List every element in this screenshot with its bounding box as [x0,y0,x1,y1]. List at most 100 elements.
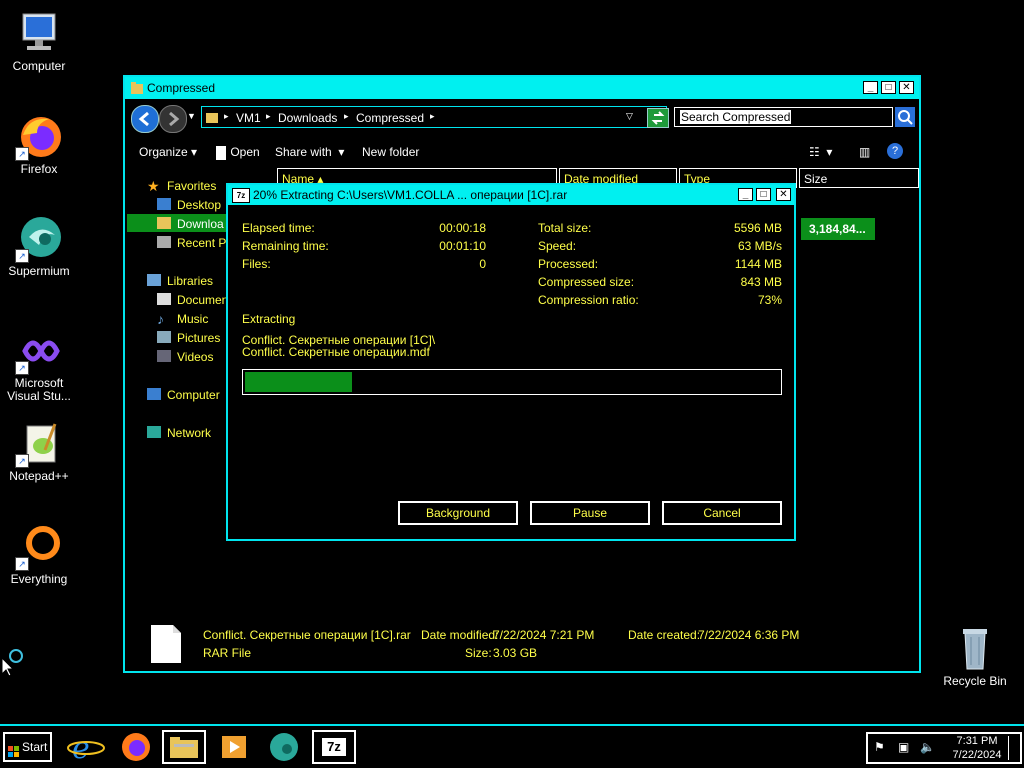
details-size: 3.03 GB [493,646,538,660]
desktop-icon-supermium[interactable]: ↗ Supermium [1,215,77,278]
nav-downloads[interactable]: Downloa [177,217,224,231]
desktop-icon-firefox[interactable]: ↗ Firefox [1,113,77,176]
details-date-created-label: Date created: [628,628,701,642]
maximize-button[interactable]: □ [881,81,896,94]
desktop-icon-computer[interactable]: Computer [1,10,77,73]
details-size-label: Size: [465,646,492,660]
extract-progress-dialog[interactable]: 7z 20% Extracting C:\Users\VM1.COLLA ...… [226,183,796,541]
videos-icon [157,350,171,362]
chevron-icon[interactable]: ▸ [266,111,271,122]
nav-favorites[interactable]: Favorites [167,179,216,193]
total-size-label: Total size: [538,221,592,235]
forward-button[interactable] [159,105,187,133]
status-text: Extracting [242,312,296,326]
selected-row-size[interactable]: 3,184,84... [801,218,875,240]
sevenzip-icon: 7z [322,738,346,756]
taskbar-7zip[interactable]: 7z [312,730,356,764]
dialog-minimize-button[interactable]: _ [738,188,753,201]
downloads-folder-icon [157,217,171,229]
pause-button[interactable]: Pause [530,501,650,525]
minimize-button[interactable]: _ [863,81,878,94]
libraries-icon [147,274,161,286]
nav-music[interactable]: Music [177,312,208,326]
clock-date[interactable]: 7/22/2024 [948,749,1006,761]
busy-cursor-icon [1,648,26,679]
column-header-size[interactable]: Size [799,168,919,188]
explorer-titlebar[interactable]: Compressed _ □ ✕ [125,77,919,99]
search-input[interactable]: Search Compressed [674,107,893,127]
network-icon[interactable]: ▣ [898,740,909,754]
close-button[interactable]: ✕ [899,81,914,94]
open-button[interactable]: Open [215,145,260,160]
background-button[interactable]: Background [398,501,518,525]
breadcrumb-vm1[interactable]: VM1 [236,111,261,125]
desktop-icon-notepadpp[interactable]: ↗ Notepad++ [1,420,77,483]
elapsed-time-value: 00:00:18 [439,221,486,235]
back-button[interactable] [131,105,159,133]
music-icon: ♪ [157,311,164,327]
search-icon [898,110,913,125]
recent-pages-chevron-icon[interactable]: ▼ [187,111,196,121]
nav-desktop[interactable]: Desktop [177,198,221,212]
taskbar-supermium[interactable] [262,730,306,764]
chevron-icon[interactable]: ▸ [224,111,229,122]
nav-network[interactable]: Network [167,426,211,440]
firefox-icon [122,733,150,761]
compression-ratio-value: 73% [757,293,782,307]
preview-pane-icon[interactable]: ▥ [859,145,870,159]
chevron-icon[interactable]: ▸ [430,111,435,122]
details-date-created: 7/22/2024 6:36 PM [698,628,800,642]
nav-documents[interactable]: Documen [177,293,228,307]
speed-label: Speed: [538,239,577,253]
desktop-icon-everything[interactable]: ↗ Everything [1,523,77,586]
clock-time[interactable]: 7:31 PM [954,735,1000,747]
star-icon: ★ [147,178,160,194]
taskbar-firefox[interactable] [114,730,158,764]
desktop-icon-visual-studio[interactable]: ↗ Microsoft Visual Stu... [1,327,77,403]
start-button[interactable]: Start [3,732,52,762]
nav-videos[interactable]: Videos [177,350,213,364]
desktop-icon-recycle-bin[interactable]: Recycle Bin [937,625,1013,688]
chevron-icon[interactable]: ▸ [344,111,349,122]
nav-computer[interactable]: Computer [167,388,220,402]
nav-pictures[interactable]: Pictures [177,331,220,345]
organize-button[interactable]: Organize ▾ [139,145,197,159]
dialog-close-button[interactable]: ✕ [776,188,791,201]
taskbar-media-player[interactable] [212,730,256,764]
network-icon [147,426,161,438]
address-bar[interactable]: ▸ VM1 ▸ Downloads ▸ Compressed ▸ ▽ [201,106,667,128]
remaining-time-label: Remaining time: [242,239,329,253]
nav-recent[interactable]: Recent P [177,236,226,250]
details-date-modified-label: Date modified: [421,628,499,642]
folder-icon [205,110,219,127]
file-icon [216,145,226,160]
arrow-left-icon [138,111,149,127]
arrow-right-icon [169,111,180,127]
view-options-icon[interactable]: ☷ ▾ [809,145,832,159]
nav-libraries[interactable]: Libraries [167,274,213,288]
taskbar-explorer[interactable] [162,730,206,764]
cancel-button[interactable]: Cancel [662,501,782,525]
breadcrumb-downloads[interactable]: Downloads [278,111,337,125]
details-date-modified: 7/22/2024 7:21 PM [493,628,595,642]
new-folder-button[interactable]: New folder [362,145,419,159]
help-icon[interactable]: ? [887,143,903,159]
desktop-icon-label: Computer [12,59,66,73]
volume-muted-icon[interactable]: 🔈 [920,740,935,754]
dialog-maximize-button[interactable]: □ [756,188,771,201]
show-desktop-button[interactable] [1008,736,1019,760]
documents-icon [157,293,171,305]
address-dropdown-icon[interactable]: ▽ [626,111,633,122]
recycle-bin-icon [951,625,999,673]
taskbar-internet-explorer[interactable]: e [64,730,108,766]
dialog-titlebar[interactable]: 7z 20% Extracting C:\Users\VM1.COLLA ...… [228,185,794,205]
desktop-icon [157,198,171,210]
search-button[interactable] [895,107,915,127]
share-with-button[interactable]: Share with ▾ [275,145,344,159]
refresh-icon [651,111,665,125]
folder-icon [170,737,198,758]
action-center-flag-icon[interactable]: ⚑ [874,740,885,754]
refresh-button[interactable] [647,108,669,128]
breadcrumb-compressed[interactable]: Compressed [356,111,424,125]
desktop-icon-label: Notepad++ [9,469,69,483]
